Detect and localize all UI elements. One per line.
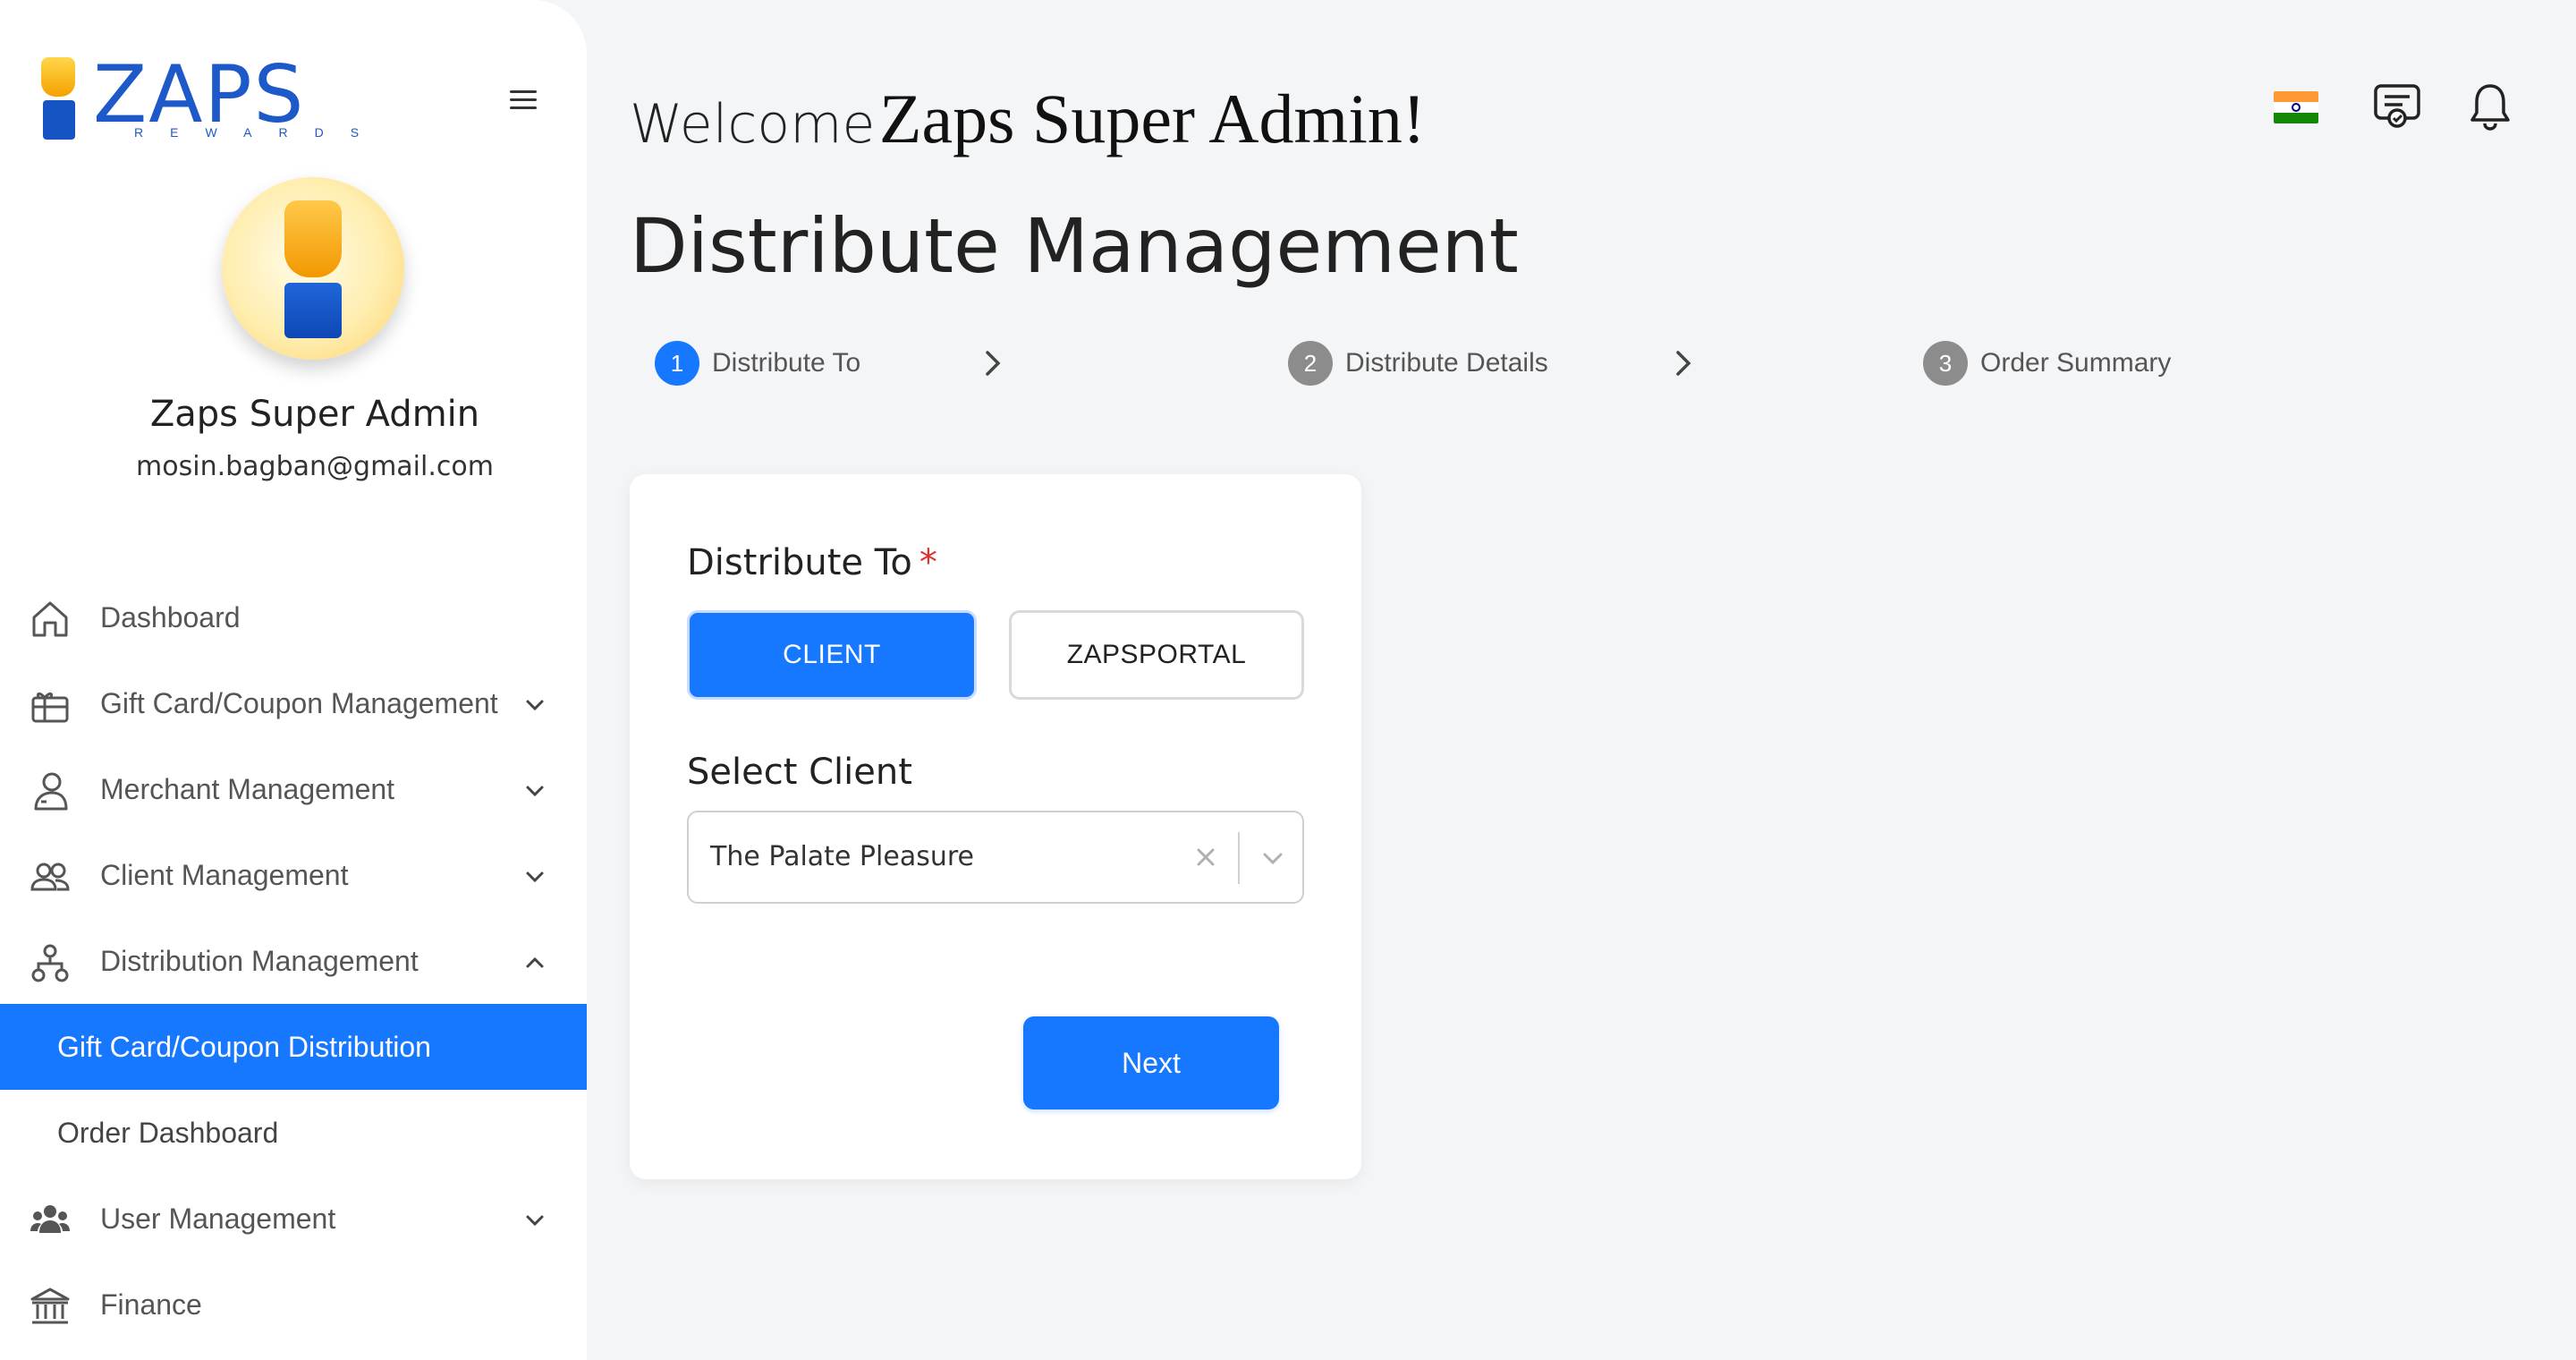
welcome-heading: Welcome Zaps Super Admin! — [630, 79, 1426, 159]
distribute-form-card: Distribute To * CLIENT ZAPSPORTAL Select … — [630, 474, 1361, 1179]
zapsportal-option-button[interactable]: ZAPSPORTAL — [1009, 610, 1304, 700]
avatar — [222, 177, 404, 360]
home-icon — [32, 601, 68, 637]
distribute-to-label: Distribute To * — [687, 542, 937, 583]
sidebar-item-client-management[interactable]: Client Management — [0, 832, 587, 918]
merchant-icon — [34, 772, 68, 811]
step-number: 1 — [655, 341, 699, 386]
client-option-button[interactable]: CLIENT — [687, 610, 977, 700]
menu-toggle-icon[interactable] — [510, 86, 546, 115]
step-distribute-details[interactable]: 2 Distribute Details — [1288, 338, 1548, 388]
sidebar-subitem-label: Gift Card/Coupon Distribution — [57, 1030, 431, 1063]
step-label: Distribute Details — [1345, 348, 1548, 378]
select-client-label: Select Client — [687, 752, 912, 793]
logo-wordmark: ZAPS — [93, 48, 306, 140]
group-icon — [30, 1205, 70, 1233]
step-label: Distribute To — [712, 348, 861, 378]
chevron-right-icon — [1676, 351, 1691, 376]
sidebar-item-label: Merchant Management — [100, 772, 395, 805]
users-icon — [30, 863, 70, 891]
chevron-right-icon — [986, 351, 1001, 376]
chevron-down-icon[interactable] — [1258, 843, 1288, 873]
sidebar-item-finance[interactable]: Finance — [0, 1262, 587, 1347]
step-label: Order Summary — [1980, 348, 2172, 378]
step-distribute-to[interactable]: 1 Distribute To — [655, 338, 860, 388]
bell-icon[interactable] — [2463, 81, 2517, 134]
network-icon — [31, 944, 69, 982]
distribute-to-text: Distribute To — [687, 542, 912, 583]
select-client-dropdown[interactable]: The Palate Pleasure — [687, 811, 1304, 904]
sidebar-item-gift-card-management[interactable]: Gift Card/Coupon Management — [0, 660, 587, 746]
logo-tagline: REWARDS — [134, 125, 386, 140]
step-number: 3 — [1923, 341, 1968, 386]
sidebar: ZAPS REWARDS Zaps Super Admin mosin.bagb… — [0, 0, 587, 1360]
profile-name: Zaps Super Admin — [149, 394, 480, 435]
select-client-value: The Palate Pleasure — [710, 841, 974, 872]
sidebar-item-distribution-management[interactable]: Distribution Management — [0, 918, 587, 1004]
next-button[interactable]: Next — [1023, 1016, 1279, 1109]
welcome-prefix: Welcome — [630, 93, 876, 156]
chevron-down-icon[interactable] — [522, 1208, 547, 1233]
sidebar-item-label: Finance — [100, 1288, 202, 1321]
select-divider — [1238, 832, 1240, 884]
chevron-down-icon[interactable] — [522, 778, 547, 803]
sidebar-item-label: Client Management — [100, 858, 349, 891]
chevron-down-icon[interactable] — [522, 693, 547, 718]
sidebar-item-label: Gift Card/Coupon Management — [100, 686, 498, 719]
india-flag-icon[interactable] — [2274, 91, 2318, 123]
sidebar-item-dashboard[interactable]: Dashboard — [0, 574, 587, 660]
sidebar-item-label: Distribution Management — [100, 944, 419, 977]
gift-icon — [31, 692, 69, 723]
step-number: 2 — [1288, 341, 1333, 386]
chevron-down-icon[interactable] — [522, 864, 547, 889]
sidebar-item-label: User Management — [100, 1202, 336, 1235]
page-title: Distribute Management — [630, 202, 1519, 290]
logo-mark-bottom — [43, 100, 75, 140]
sidebar-subitem-label: Order Dashboard — [57, 1116, 279, 1149]
sidebar-subitem-order-dashboard[interactable]: Order Dashboard — [0, 1090, 587, 1176]
sidebar-subitem-gift-card-distribution[interactable]: Gift Card/Coupon Distribution — [0, 1004, 587, 1090]
logo-mark-top — [41, 57, 75, 97]
bank-icon — [30, 1288, 70, 1324]
welcome-name: Zaps Super Admin! — [878, 80, 1426, 157]
sidebar-item-merchant-management[interactable]: Merchant Management — [0, 746, 587, 832]
chevron-up-icon[interactable] — [522, 950, 547, 975]
step-order-summary[interactable]: 3 Order Summary — [1923, 338, 2171, 388]
certificate-message-icon[interactable] — [2370, 81, 2424, 134]
clear-icon[interactable] — [1190, 841, 1222, 873]
sidebar-item-user-management[interactable]: User Management — [0, 1176, 587, 1262]
sidebar-item-label: Dashboard — [100, 600, 241, 633]
profile-email: mosin.bagban@gmail.com — [136, 451, 494, 482]
zaps-logo[interactable]: ZAPS REWARDS — [41, 48, 359, 143]
required-mark: * — [919, 542, 937, 583]
